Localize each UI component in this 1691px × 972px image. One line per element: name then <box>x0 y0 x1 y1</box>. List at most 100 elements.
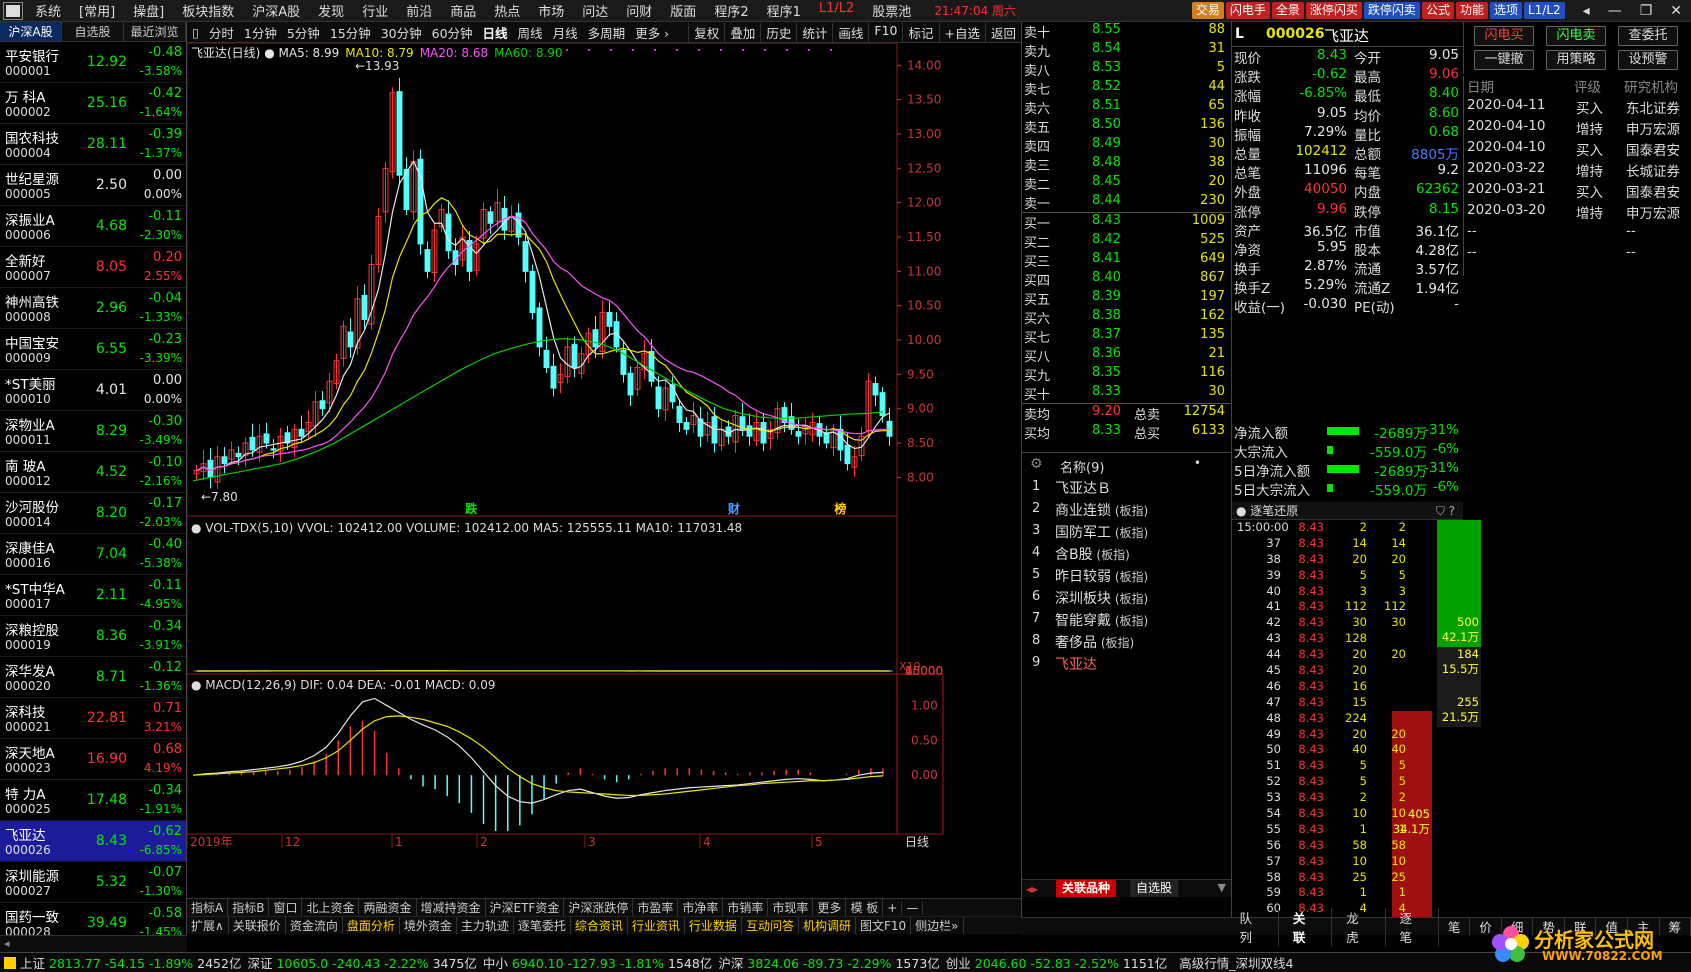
stock-row[interactable]: 全新好 000007 8.05 0.20 2.55% <box>0 247 186 288</box>
related-item[interactable]: 3 国防军工 (板指) <box>1022 520 1231 542</box>
ask-row[interactable]: 卖四 8.49 30 <box>1022 136 1231 155</box>
indicator-tab[interactable]: 市盈率 <box>633 899 679 916</box>
chart-tool-item[interactable]: 复权 <box>688 22 724 42</box>
quick-trade-button[interactable]: 查委托 <box>1618 26 1678 46</box>
period-item[interactable]: 周线 <box>513 23 548 42</box>
period-item[interactable]: 30分钟 <box>376 23 427 42</box>
bottom-tab[interactable]: 逐笔 <box>1386 907 1439 946</box>
research-row[interactable]: 2020-04-10 买入 国泰君安 <box>1464 139 1691 160</box>
extension-tab[interactable]: 主力轨迹 <box>457 917 514 934</box>
research-row[interactable]: -- -- <box>1464 223 1691 244</box>
stock-row[interactable]: 国农科技 000004 28.11 -0.39 -1.37% <box>0 124 186 165</box>
index-quote[interactable]: 上证 2813.77 -54.15 -1.89% 2452亿 <box>20 953 241 972</box>
indicator-tab[interactable]: 增减持资金 <box>417 899 486 916</box>
related-item[interactable]: 2 商业连锁 (板指) <box>1022 498 1231 520</box>
indicator-tab[interactable]: 指标B <box>228 899 270 916</box>
ask-row[interactable]: 卖三 8.48 38 <box>1022 155 1231 174</box>
menu-item[interactable]: 问达 <box>573 1 617 20</box>
menu-item[interactable]: 沪深A股 <box>243 1 309 20</box>
chart-tool-item[interactable]: 叠加 <box>724 22 760 42</box>
stock-row[interactable]: 飞亚达 000026 8.43 -0.62 -6.85% <box>0 821 186 862</box>
menu-item[interactable]: 发现 <box>309 1 353 20</box>
period-item[interactable]: 5分钟 <box>282 23 325 42</box>
menu-item[interactable]: 前沿 <box>397 1 441 20</box>
tab-related[interactable]: 关联品种 <box>1056 880 1117 897</box>
quick-trade-button[interactable]: 闪电卖 <box>1546 26 1606 46</box>
chart-area[interactable]: 14.00 13.50 13.00 12.50 12.00 11.50 11.00 10.50… <box>187 43 1021 898</box>
stock-row[interactable]: 深科技 000021 22.81 0.71 3.21% <box>0 698 186 739</box>
tool-button[interactable]: 闪电手 <box>1225 2 1270 19</box>
menu-item[interactable]: 市场 <box>529 1 573 20</box>
indicator-tab[interactable]: 市销率 <box>723 899 769 916</box>
index-quote[interactable]: 中小 6940.10 -127.93 -1.81% 1548亿 <box>483 953 712 972</box>
period-item[interactable]: 1分钟 <box>239 23 282 42</box>
indicator-tab[interactable]: 更多 <box>813 899 847 916</box>
ask-row[interactable]: 卖九 8.54 31 <box>1022 41 1231 60</box>
bid-row[interactable]: 买四 8.40 867 <box>1022 270 1231 289</box>
index-quote[interactable]: 深证 10605.0 -240.43 -2.22% 3475亿 <box>247 953 476 972</box>
tool-button[interactable]: 涨停闪买 <box>1305 2 1362 19</box>
bid-row[interactable]: 买七 8.37 135 <box>1022 327 1231 346</box>
ask-row[interactable]: 卖七 8.52 44 <box>1022 79 1231 98</box>
bid-row[interactable]: 买十 8.33 30 <box>1022 384 1231 403</box>
close-icon[interactable]: ✕ <box>1661 3 1691 19</box>
left-bottom-arrow-icon[interactable]: ◂ <box>4 937 10 950</box>
period-item[interactable]: 月线 <box>548 23 583 42</box>
indicator-tab[interactable]: 市净率 <box>678 899 724 916</box>
menu-item[interactable]: 股票池 <box>863 1 920 20</box>
menu-item[interactable]: 板块指数 <box>173 1 243 20</box>
stock-row[interactable]: 万 科A 000002 25.16 -0.42 -1.64% <box>0 83 186 124</box>
period-item[interactable]: 分时 <box>204 23 239 42</box>
indicator-tab[interactable]: 窗口 <box>269 899 303 916</box>
extension-tab[interactable]: 扩展∧ <box>187 917 229 934</box>
stock-tab[interactable]: 沪深A股 <box>0 22 62 41</box>
menu-item[interactable]: 问财 <box>617 1 661 20</box>
extension-tab[interactable]: 图文F10 <box>856 917 912 934</box>
period-item[interactable]: 60分钟 <box>427 23 478 42</box>
stock-row[interactable]: 平安银行 000001 12.92 -0.48 -3.58% <box>0 42 186 83</box>
tool-button[interactable]: 公式 <box>1421 2 1454 19</box>
quick-trade-button[interactable]: 闪电买 <box>1474 26 1534 46</box>
extension-tab[interactable]: 资金流向 <box>286 917 343 934</box>
bid-row[interactable]: 买五 8.39 197 <box>1022 289 1231 308</box>
scroll-left-icon[interactable]: ◂ <box>1574 3 1599 19</box>
bid-row[interactable]: 买九 8.35 116 <box>1022 365 1231 384</box>
menu-item[interactable]: 系统 <box>26 1 70 20</box>
quick-trade-button[interactable]: 一键撤 <box>1474 50 1534 70</box>
related-item[interactable]: 9 飞亚达 <box>1022 652 1231 674</box>
stock-row[interactable]: 沙河股份 000014 8.20 -0.17 -2.03% <box>0 493 186 534</box>
gear-icon[interactable]: ⚙ <box>1030 456 1043 472</box>
research-row[interactable]: 2020-03-22 增持 长城证券 <box>1464 160 1691 181</box>
index-quote[interactable]: 创业 2046.60 -52.83 -2.52% 1151亿 <box>946 953 1167 972</box>
scroll-down-icon[interactable]: ▼ <box>1218 881 1226 894</box>
indicator-tab[interactable]: 模 板 <box>846 899 884 916</box>
extension-tab[interactable]: 侧边栏» <box>911 917 964 934</box>
related-item[interactable]: 7 智能穿戴 (板指) <box>1022 608 1231 630</box>
period-item[interactable]: 多周期 <box>583 23 631 42</box>
bottom-tab[interactable]: 笔 <box>1439 917 1471 936</box>
extension-tab[interactable]: 行业资讯 <box>628 917 685 934</box>
extension-tab[interactable]: 机构调研 <box>799 917 856 934</box>
research-row[interactable]: -- -- <box>1464 244 1691 265</box>
menu-item[interactable]: 行业 <box>353 1 397 20</box>
extension-tab[interactable]: 行业数据 <box>685 917 742 934</box>
chart-tool-item[interactable]: F10 <box>868 22 902 42</box>
bid-row[interactable]: 买六 8.38 162 <box>1022 308 1231 327</box>
bid-row[interactable]: 买二 8.42 525 <box>1022 232 1231 251</box>
menu-item[interactable]: 程序1 <box>758 1 810 20</box>
sort-dot-icon[interactable]: • <box>1194 456 1201 470</box>
index-quote[interactable]: 沪深 3824.06 -89.73 -2.29% 1573亿 <box>718 953 939 972</box>
indicator-tab[interactable]: 两融资金 <box>359 899 417 916</box>
research-row[interactable]: 2020-03-21 买入 国泰君安 <box>1464 181 1691 202</box>
extension-tab[interactable]: 逐笔委托 <box>514 917 571 934</box>
tool-button[interactable]: 全景 <box>1271 2 1304 19</box>
bottom-tab[interactable]: 关联 <box>1279 907 1333 946</box>
stock-row[interactable]: 深振业A 000006 4.68 -0.11 -2.30% <box>0 206 186 247</box>
research-row[interactable]: 2020-04-10 增持 申万宏源 <box>1464 118 1691 139</box>
related-item[interactable]: 8 奢侈品 (板指) <box>1022 630 1231 652</box>
menu-item[interactable]: 商品 <box>441 1 485 20</box>
menu-item[interactable]: [常用] <box>70 1 124 20</box>
tool-button[interactable]: 跌停闪卖 <box>1363 2 1420 19</box>
chart-tool-item[interactable]: 历史 <box>760 22 796 42</box>
extension-tab[interactable]: 关联报价 <box>229 917 286 934</box>
